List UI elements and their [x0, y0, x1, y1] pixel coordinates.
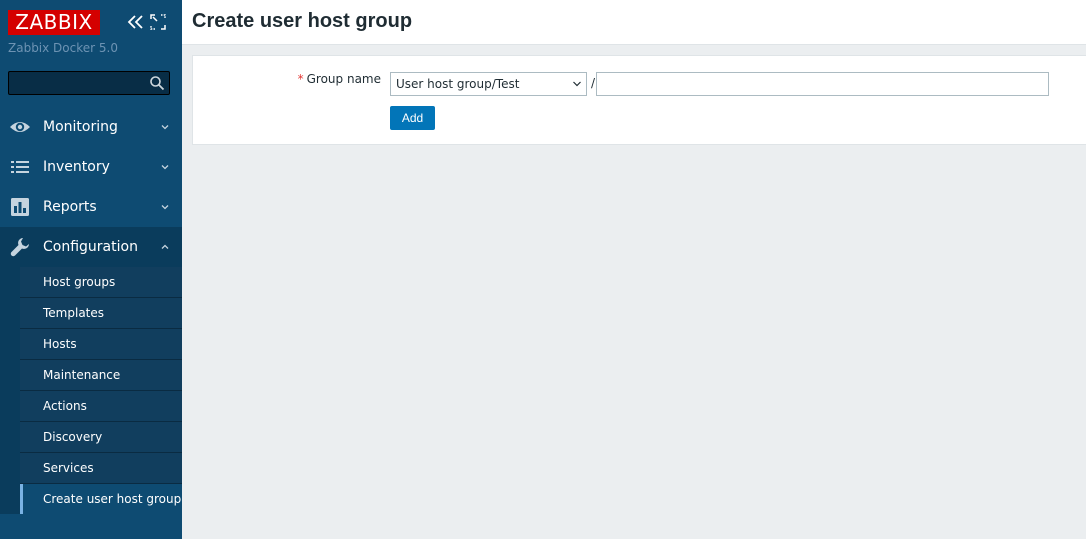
menu-item-monitoring[interactable]: Monitoring	[0, 107, 182, 147]
logo-row: ZABBIX	[8, 10, 178, 35]
kiosk-mode-button[interactable]	[150, 14, 166, 30]
wrench-icon	[10, 238, 29, 257]
submenu-list: Host groups Templates Hosts Maintenance …	[20, 267, 182, 515]
chevron-down-icon	[161, 125, 169, 130]
submenu-item-discovery[interactable]: Discovery	[20, 422, 182, 453]
menu-item-label: Configuration	[43, 239, 138, 255]
path-separator: /	[591, 76, 596, 90]
page-header: Create user host group	[182, 0, 1086, 45]
configuration-submenu: Host groups Templates Hosts Maintenance …	[0, 267, 182, 515]
eye-icon	[10, 122, 30, 132]
group-name-label-text: Group name	[306, 72, 381, 86]
required-marker: *	[297, 72, 304, 86]
search-box	[8, 71, 170, 95]
group-select-value: User host group/Test	[396, 77, 520, 91]
group-name-label: * Group name	[193, 72, 381, 86]
submenu-item-actions[interactable]: Actions	[20, 391, 182, 422]
chevron-down-icon	[161, 205, 169, 210]
search-input[interactable]	[9, 72, 147, 94]
submenu-item-host-groups[interactable]: Host groups	[20, 267, 182, 298]
chevron-down-icon	[573, 81, 581, 87]
submenu-item-create-user-host-group[interactable]: Create user host group	[20, 484, 182, 515]
submenu-item-services[interactable]: Services	[20, 453, 182, 484]
chevron-down-icon	[161, 165, 169, 170]
search-icon[interactable]	[149, 75, 165, 91]
main-menu: Monitoring Inventory Reports Configurati…	[0, 107, 182, 267]
submenu-item-maintenance[interactable]: Maintenance	[20, 360, 182, 391]
submenu-item-hosts[interactable]: Hosts	[20, 329, 182, 360]
menu-item-reports[interactable]: Reports	[0, 187, 182, 227]
group-select[interactable]: User host group/Test	[390, 72, 587, 96]
add-button[interactable]: Add	[390, 106, 435, 130]
bar-chart-icon	[11, 198, 29, 216]
collapse-sidebar-button[interactable]	[126, 12, 144, 32]
menu-item-label: Monitoring	[43, 119, 118, 135]
menu-item-label: Reports	[43, 199, 97, 215]
sidebar: ZABBIX Zabbix Docker 5.0 Monitoring Inve…	[0, 0, 182, 539]
submenu-item-templates[interactable]: Templates	[20, 298, 182, 329]
list-icon	[11, 161, 29, 173]
menu-item-inventory[interactable]: Inventory	[0, 147, 182, 187]
group-name-input[interactable]	[596, 72, 1049, 96]
menu-item-configuration[interactable]: Configuration	[0, 227, 182, 267]
menu-item-label: Inventory	[43, 159, 110, 175]
chevron-up-icon	[161, 244, 169, 249]
fullscreen-icon	[150, 14, 166, 30]
sidebar-footer	[0, 514, 182, 539]
page-title: Create user host group	[192, 10, 413, 32]
double-chevron-left-icon	[127, 15, 143, 29]
main-content: Create user host group * Group name User …	[182, 0, 1086, 539]
form-panel: * Group name User host group/Test / Add	[192, 55, 1086, 145]
zabbix-logo[interactable]: ZABBIX	[8, 10, 100, 35]
server-name: Zabbix Docker 5.0	[8, 41, 118, 55]
